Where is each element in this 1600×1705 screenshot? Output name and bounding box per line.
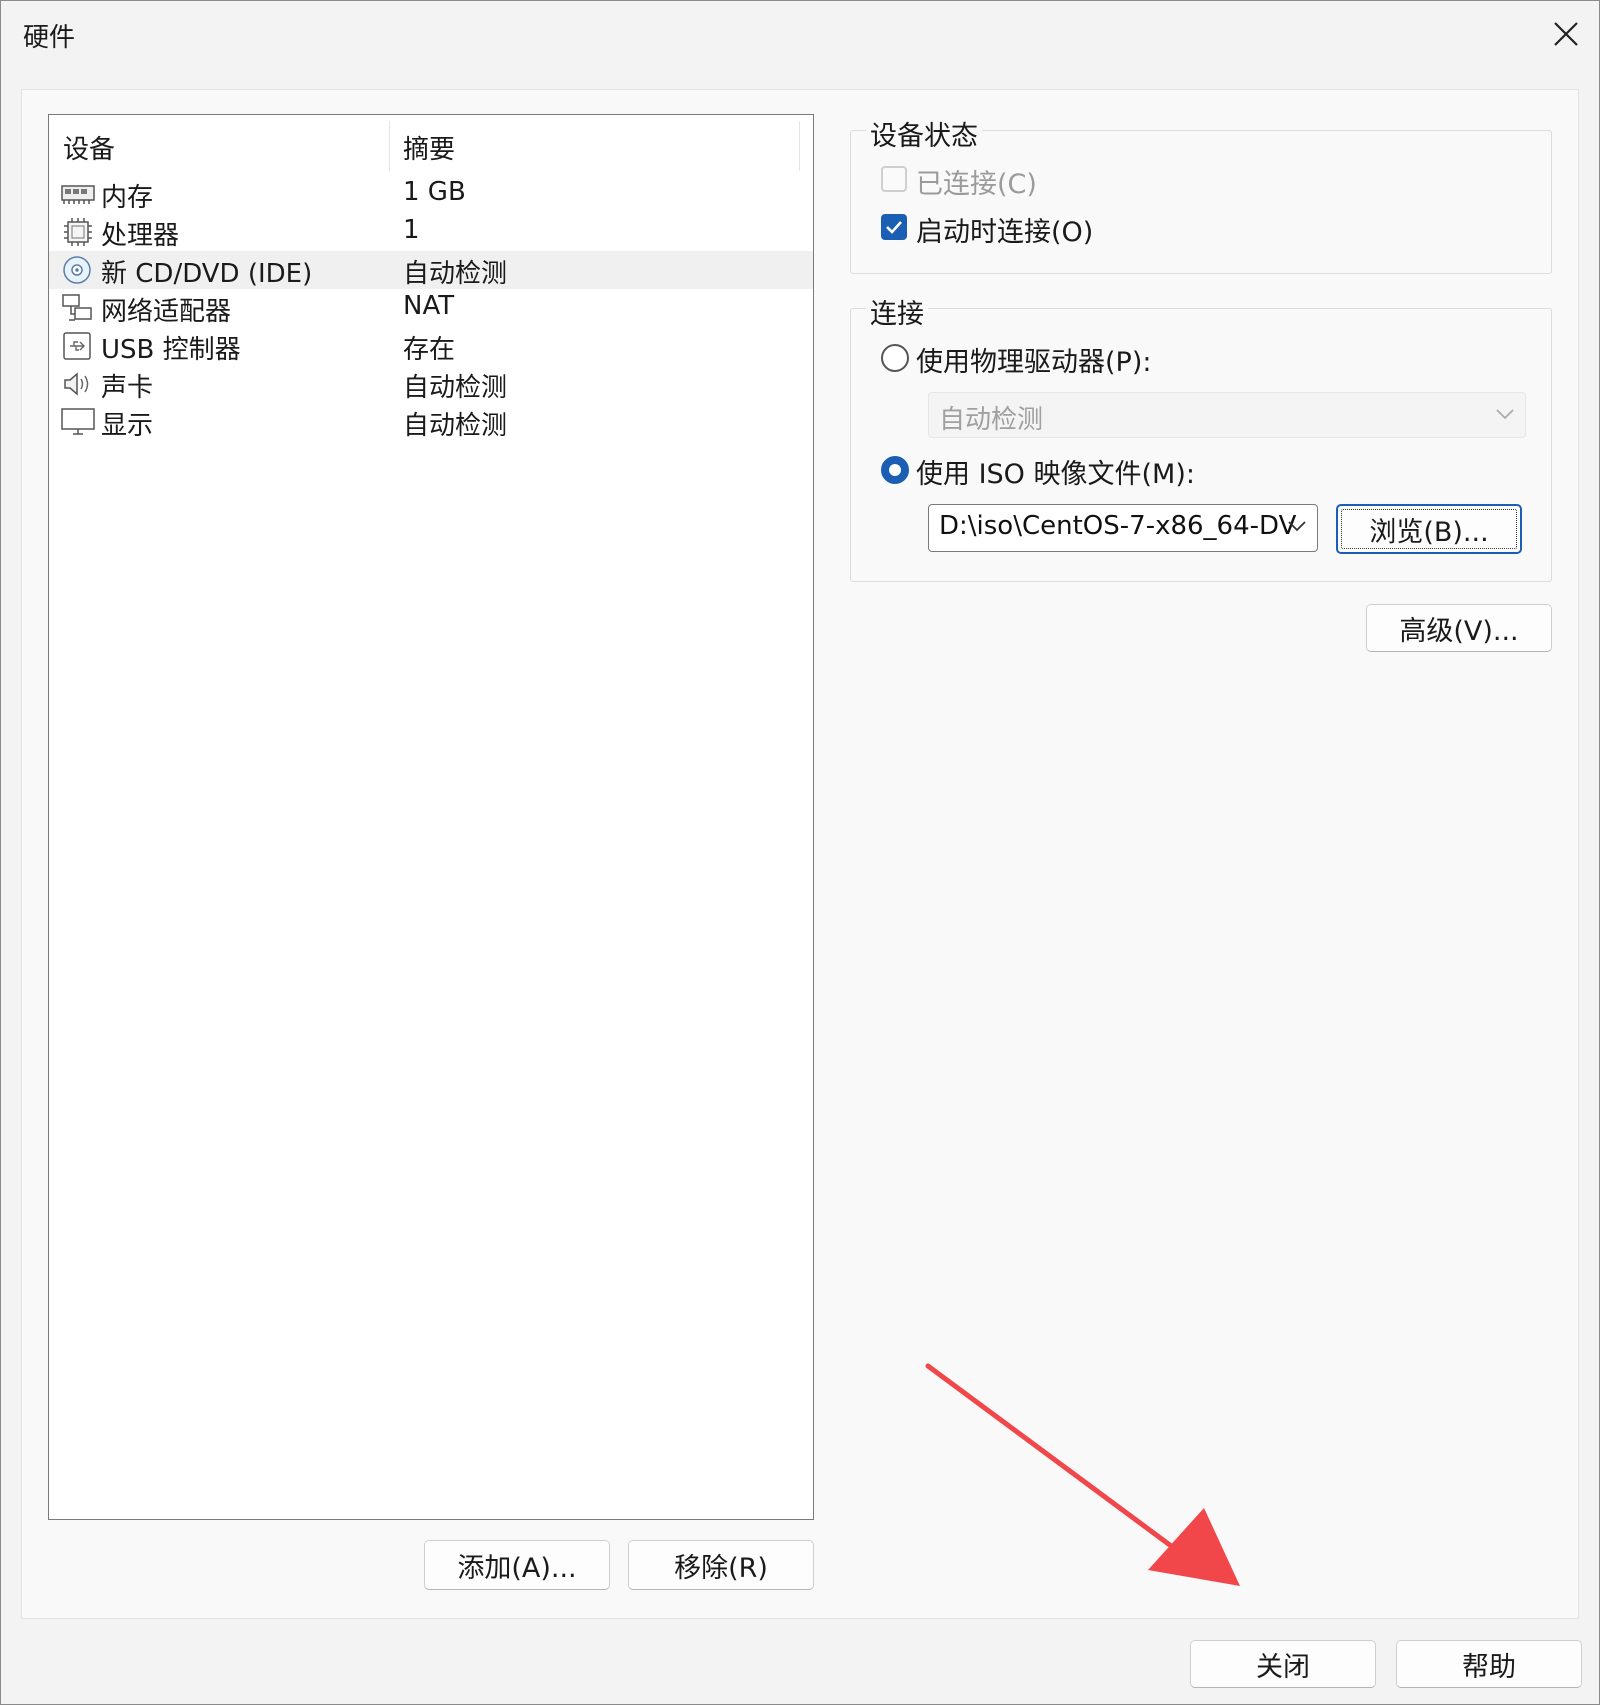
advanced-button[interactable]: 高级(V)... [1366,604,1552,652]
device-row-sound-card[interactable]: 声卡 自动检测 [49,365,813,403]
chevron-down-icon [1496,409,1514,420]
iso-image-radio[interactable] [881,456,909,484]
physical-drive-value: 自动检测 [939,405,1044,435]
device-row-processor[interactable]: 处理器 1 [49,213,813,251]
connected-label: 已连接(C) [916,169,1037,200]
iso-image-label: 使用 ISO 映像文件(M): [916,459,1195,490]
annotation-arrow-icon [925,1363,1240,1586]
device-name: USB 控制器 [101,335,241,365]
column-divider[interactable] [799,121,800,171]
usb-controller-icon [63,332,91,360]
connection-title: 连接 [866,292,928,331]
device-row-usb-controller[interactable]: USB 控制器 存在 [49,327,813,365]
device-row-display[interactable]: 显示 自动检测 [49,403,813,441]
window-title: 硬件 [23,23,76,53]
close-button[interactable]: 关闭 [1190,1640,1376,1688]
focus-ring [1341,509,1517,549]
remove-device-button[interactable]: 移除(R) [628,1540,814,1590]
close-icon [1554,22,1578,46]
device-row-cd-dvd[interactable]: 新 CD/DVD (IDE) 自动检测 [49,251,813,289]
column-header-device[interactable]: 设备 [63,129,115,166]
add-device-button[interactable]: 添加(A)... [424,1540,610,1590]
device-summary: NAT [403,291,455,321]
device-summary: 自动检测 [403,259,508,289]
device-name: 处理器 [101,221,180,251]
device-row-network-adapter[interactable]: 网络适配器 NAT [49,289,813,327]
processor-icon [64,218,92,246]
connected-checkbox[interactable] [881,166,907,192]
device-name: 内存 [101,183,154,213]
device-name: 网络适配器 [101,297,232,327]
monitor-icon [61,408,95,435]
physical-drive-select[interactable]: 自动检测 [928,392,1526,438]
column-header-summary[interactable]: 摘要 [403,129,455,166]
connect-at-power-on-checkbox[interactable] [881,214,907,240]
browse-button[interactable]: 浏览(B)... [1336,504,1522,554]
device-status-title: 设备状态 [866,114,982,153]
physical-drive-label: 使用物理驱动器(P): [916,347,1152,378]
device-list-header: 设备 摘要 [49,115,813,175]
memory-icon [61,185,95,204]
close-window-button[interactable] [1541,9,1591,59]
network-adapter-icon [62,294,92,321]
physical-drive-radio[interactable] [881,344,909,372]
device-summary: 1 [403,215,420,245]
speaker-icon [64,372,89,396]
device-summary: 存在 [403,335,456,365]
device-summary: 自动检测 [403,411,508,441]
column-divider[interactable] [389,121,390,171]
iso-path-combobox[interactable]: D:\iso\CentOS-7-x86_64-DV [928,504,1318,552]
device-list[interactable]: 设备 摘要 内存 1 GB 处理器 1 新 CD/DVD (IDE) 自动检测 [48,114,814,1520]
device-summary: 自动检测 [403,373,508,403]
cd-dvd-icon [63,256,91,284]
device-name: 新 CD/DVD (IDE) [101,259,313,289]
device-row-memory[interactable]: 内存 1 GB [49,175,813,213]
device-name: 显示 [101,411,154,441]
chevron-down-icon [1288,521,1306,532]
device-name: 声卡 [101,373,154,403]
help-button[interactable]: 帮助 [1396,1640,1582,1688]
iso-path-value: D:\iso\CentOS-7-x86_64-DV [939,511,1297,541]
connect-at-power-on-label: 启动时连接(O) [916,217,1094,248]
checkmark-icon [886,221,902,234]
title-bar: 硬件 [1,1,1599,67]
device-summary: 1 GB [403,177,466,207]
